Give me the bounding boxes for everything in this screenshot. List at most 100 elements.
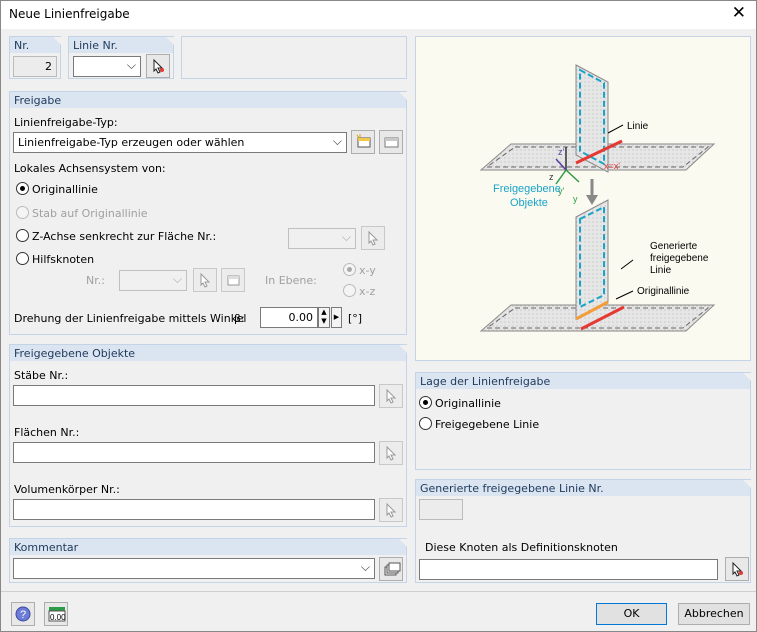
radio-position-released[interactable]: Freigegebene Linie (419, 417, 539, 431)
radio-plane-xz[interactable]: x-z (343, 284, 375, 298)
node-nr-label: Nr.: (86, 274, 105, 287)
nr-field[interactable]: 2 (13, 56, 57, 77)
pick-nodes-button[interactable] (725, 557, 749, 581)
nr-panel: Nr. 2 (9, 36, 61, 79)
label-objekte: Objekte (510, 197, 548, 209)
original-leader (615, 290, 634, 300)
help-button[interactable]: ? (11, 602, 35, 626)
position-original-label: Originallinie (435, 397, 501, 410)
radio-originallinie[interactable]: Originallinie (16, 182, 98, 196)
radio-dot (343, 263, 356, 276)
pick-cursor-icon (368, 230, 379, 246)
radio-stab[interactable]: Stab auf Originallinie (16, 206, 148, 220)
objects-panel: Freigegebene Objekte Stäbe Nr.: Flächen … (9, 344, 407, 527)
edit-type-button[interactable] (379, 130, 403, 154)
pick-cursor-icon (732, 561, 743, 577)
help-icon: ? (15, 606, 31, 622)
radio-stab-label: Stab auf Originallinie (32, 207, 148, 220)
radio-originallinie-label: Originallinie (32, 183, 98, 196)
pick-surface-button[interactable] (361, 226, 385, 250)
label-freigegebene2: freigegebene (650, 253, 709, 264)
new-type-button[interactable] (351, 130, 375, 154)
label-generierte: Generierte (650, 241, 698, 252)
members-label: Stäbe Nr.: (14, 369, 69, 382)
solids-input[interactable] (13, 499, 375, 520)
release-type-select[interactable]: Linienfreigabe-Typ erzeugen oder wählen (13, 132, 347, 153)
plane-xy-label: x-y (359, 264, 376, 277)
ok-button[interactable]: OK (596, 603, 667, 625)
axis-label: Lokales Achsensystem von: (14, 162, 166, 175)
radio-zaxis[interactable]: Z-Achse senkrecht zur Fläche Nr.: (16, 229, 216, 243)
line-nr-select[interactable] (73, 56, 141, 77)
radio-dot (16, 252, 29, 265)
beta-label: β: (234, 312, 245, 325)
new-node-icon (227, 275, 240, 286)
label-y: y (573, 194, 578, 204)
radio-dot (16, 182, 29, 195)
nr-header: Nr. (10, 37, 61, 53)
position-panel: Lage der Linienfreigabe Originallinie Fr… (415, 372, 751, 470)
type-label: Linienfreigabe-Typ: (14, 116, 118, 129)
line-nr-panel: Linie Nr. (68, 36, 174, 79)
dialog-window: Neue Linienfreigabe ✕ Nr. 2 Linie Nr. Fr… (0, 0, 757, 632)
rotation-menu-button[interactable]: ▶ (331, 307, 342, 328)
comment-library-button[interactable] (379, 557, 403, 581)
units-button[interactable]: 0.00 (44, 602, 68, 626)
y1-axis (555, 169, 567, 185)
surfaces-label: Flächen Nr.: (14, 426, 80, 439)
freigabe-panel: Freigabe Linienfreigabe-Typ: Linienfreig… (9, 91, 407, 335)
edit-type-icon (384, 137, 399, 148)
pick-line-button[interactable] (146, 54, 170, 78)
generated-line-panel: Generierte freigegebene Linie Nr. Diese … (415, 479, 751, 583)
close-icon[interactable]: ✕ (732, 4, 746, 22)
window-title: Neue Linienfreigabe (9, 7, 130, 21)
radio-dot (16, 206, 29, 219)
rotation-input[interactable]: 0.00 (260, 307, 318, 328)
pick-cursor-icon (386, 445, 397, 461)
nodes-label: Diese Knoten als Definitionsknoten (425, 541, 618, 554)
members-input[interactable] (13, 385, 375, 406)
illustration-panel: Linie x=x' z' z y' y Freigegebene Objekt… (415, 36, 751, 361)
pick-members-button[interactable] (379, 384, 403, 408)
radio-position-original[interactable]: Originallinie (419, 396, 501, 410)
radio-plane-xy[interactable]: x-y (343, 263, 376, 277)
label-linie2: Linie (650, 265, 672, 276)
radio-hilfsknoten-label: Hilfsknoten (32, 253, 95, 266)
rotation-unit: [°] (348, 312, 363, 325)
plane-xz-label: x-z (359, 285, 376, 298)
down-arrowhead (586, 195, 598, 205)
radio-dot (419, 417, 432, 430)
linie-leader (607, 124, 624, 134)
cancel-button[interactable]: Abbrechen (678, 603, 750, 625)
radio-dot (419, 396, 432, 409)
pick-cursor-icon (200, 272, 211, 288)
comment-select[interactable] (13, 558, 375, 579)
generated-line-nr[interactable] (419, 499, 463, 520)
pick-cursor-icon (153, 58, 164, 74)
nodes-input[interactable] (419, 559, 718, 580)
position-header: Lage der Linienfreigabe (416, 373, 751, 389)
svg-text:0.00: 0.00 (50, 613, 66, 622)
pick-node-button[interactable] (193, 268, 217, 292)
surface-nr-select[interactable] (288, 228, 356, 249)
generated-leader (620, 259, 634, 270)
in-ebene-label: In Ebene: (265, 274, 317, 287)
surfaces-input[interactable] (13, 442, 375, 463)
pick-solids-button[interactable] (379, 498, 403, 522)
footer-separator (1, 591, 756, 592)
empty-panel (181, 36, 407, 79)
pick-surfaces-button[interactable] (379, 441, 403, 465)
node-nr-select[interactable] (119, 270, 187, 291)
rotation-label: Drehung der Linienfreigabe mittels Winke… (14, 312, 247, 325)
comment-header: Kommentar (10, 539, 407, 555)
comment-library-icon (384, 562, 401, 576)
label-linie: Linie (627, 121, 649, 132)
generated-line-header: Generierte freigegebene Linie Nr. (416, 480, 751, 496)
new-node-button[interactable] (221, 268, 245, 292)
new-type-icon (356, 134, 371, 148)
rotation-spinner[interactable]: ▲ ▼ (318, 307, 330, 328)
svg-text:?: ? (20, 609, 26, 621)
radio-dot (343, 284, 356, 297)
radio-hilfsknoten[interactable]: Hilfsknoten (16, 252, 94, 266)
radio-zaxis-label: Z-Achse senkrecht zur Fläche Nr.: (32, 230, 217, 243)
